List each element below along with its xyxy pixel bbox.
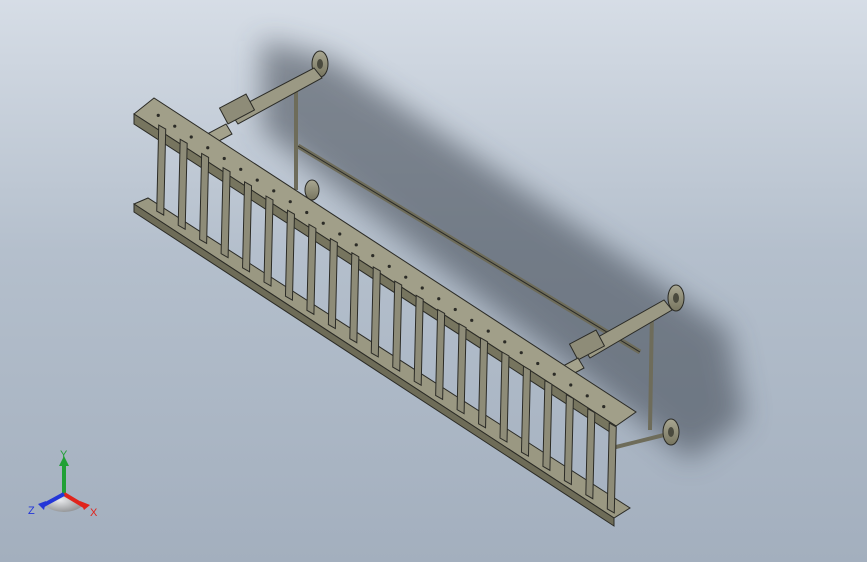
bolt-hole	[569, 383, 573, 387]
ladder-rung	[349, 251, 360, 344]
bolt-hole	[585, 394, 589, 398]
bolt-hole	[519, 351, 523, 355]
bolt-hole	[420, 286, 424, 290]
ladder-rung	[263, 195, 274, 287]
bolt-hole	[371, 254, 375, 258]
ladder-rung	[585, 407, 596, 500]
ladder-rung	[478, 336, 489, 429]
bolt-hole	[536, 361, 540, 366]
ladder-rung	[499, 351, 510, 443]
bolt-hole	[453, 307, 457, 312]
bolt-hole	[486, 329, 490, 333]
ladder-rung	[242, 180, 253, 273]
ladder-rung	[177, 138, 188, 231]
wall-flange-bottom-right	[662, 418, 680, 446]
bolt-hole	[272, 189, 276, 193]
graphics-viewport[interactable]: Y X Z	[0, 0, 867, 562]
ladder-rung	[563, 393, 574, 486]
wall-flange-mid-left	[304, 179, 320, 201]
bolt-hole	[156, 113, 160, 117]
bolt-hole	[206, 146, 210, 150]
bolt-hole	[338, 232, 342, 236]
bolt-hole	[470, 318, 474, 322]
ladder-rung	[199, 152, 210, 245]
bolt-hole	[602, 405, 606, 409]
ladder-rung	[284, 209, 295, 302]
bolt-hole	[354, 243, 358, 247]
ladder-rung	[542, 379, 553, 472]
bolt-hole	[239, 167, 243, 171]
ladder-rung	[370, 266, 381, 358]
bolt-hole	[305, 210, 309, 215]
bolt-hole	[437, 297, 441, 301]
bolt-hole	[387, 264, 391, 268]
wall-flange-top-right	[667, 284, 685, 312]
z-axis-label: Z	[28, 505, 35, 517]
ladder-rung	[220, 166, 231, 259]
bolt-hole	[404, 275, 408, 279]
ladder-rung	[413, 294, 424, 387]
bolt-hole	[189, 135, 193, 139]
ladder-rung	[392, 280, 403, 372]
y-axis-label: Y	[60, 449, 68, 461]
bolt-hole	[222, 156, 226, 161]
bolt-hole	[255, 178, 259, 182]
bolt-hole	[288, 200, 292, 204]
ladder-rung	[306, 223, 317, 316]
ladder-rung	[456, 322, 467, 415]
bolt-hole	[321, 221, 325, 225]
ladder-rung	[327, 237, 338, 330]
bolt-hole	[503, 340, 507, 344]
ladder-rung	[435, 308, 446, 401]
bolt-hole	[173, 124, 177, 128]
orientation-triad[interactable]: Y X Z	[24, 446, 104, 526]
ladder-rung	[156, 124, 167, 216]
x-axis-label: X	[90, 507, 98, 519]
ladder-rung	[606, 422, 617, 514]
bolt-hole	[552, 372, 556, 376]
z-axis-arrow	[38, 501, 46, 510]
3d-model-view[interactable]	[0, 0, 867, 562]
ladder-rung	[520, 365, 531, 458]
